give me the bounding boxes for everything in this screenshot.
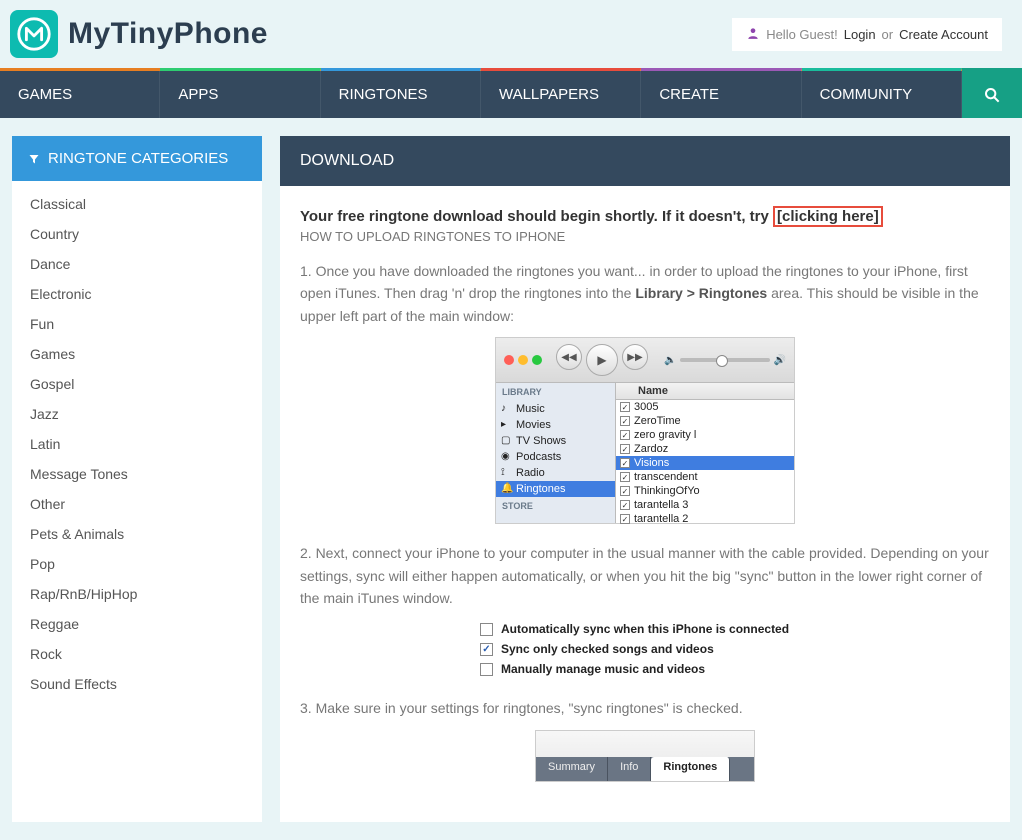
itunes-row: ✓zero gravity l [616,428,794,442]
logo-icon [10,10,58,58]
category-item[interactable]: Rock [12,639,262,669]
itunes-row: ✓Visions [616,456,794,470]
itunes-row: ✓ThinkingOfYo [616,484,794,498]
category-item[interactable]: Electronic [12,279,262,309]
tab-info: Info [608,757,651,781]
itunes-row: ✓ZeroTime [616,414,794,428]
logo[interactable]: MyTinyPhone [10,10,268,58]
site-title: MyTinyPhone [68,17,268,51]
iphone-tabs-screenshot: Summary Info Ringtones [535,730,755,782]
or-text: or [882,27,894,42]
filter-icon [28,153,40,165]
prev-icon: ◀◀ [556,344,582,370]
nav-ringtones[interactable]: RINGTONES [321,68,481,118]
category-item[interactable]: Sound Effects [12,669,262,699]
volume-slider: 🔈🔊 [664,355,786,366]
step-2: 2. Next, connect your iPhone to your com… [300,542,990,609]
nav-wallpapers[interactable]: WALLPAPERS [481,68,641,118]
category-item[interactable]: Rap/RnB/HipHop [12,579,262,609]
category-item[interactable]: Country [12,219,262,249]
sync-options-screenshot: Automatically sync when this iPhone is c… [480,619,810,679]
play-icon: ▶ [586,344,618,376]
tab-ringtones: Ringtones [651,757,730,781]
user-icon [746,26,760,43]
step-1: 1. Once you have downloaded the ringtone… [300,260,990,327]
checkbox-icon [480,623,493,636]
itunes-side-item: ▢TV Shows [496,433,615,449]
itunes-side-item: ◉Podcasts [496,449,615,465]
category-list: ClassicalCountryDanceElectronicFunGamesG… [12,181,262,707]
download-alert: Your free ringtone download should begin… [300,208,990,225]
itunes-row: ✓transcendent [616,470,794,484]
category-item[interactable]: Pop [12,549,262,579]
nav-apps[interactable]: APPS [160,68,320,118]
itunes-side-item: ♪Music [496,401,615,417]
category-item[interactable]: Games [12,339,262,369]
category-item[interactable]: Reggae [12,609,262,639]
howto-subhead: HOW TO UPLOAD RINGTONES TO IPHONE [300,229,990,244]
nav-search-button[interactable] [962,68,1022,118]
category-item[interactable]: Dance [12,249,262,279]
step-3: 3. Make sure in your settings for ringto… [300,697,990,719]
vol-high-icon: 🔊 [774,355,786,366]
window-traffic-lights [504,355,542,365]
content-header: DOWNLOAD [280,136,1010,186]
category-item[interactable]: Other [12,489,262,519]
itunes-row: ✓tarantella 3 [616,498,794,512]
sidebar: RINGTONE CATEGORIES ClassicalCountryDanc… [12,136,262,822]
name-column: Name [616,383,794,400]
playback-controls: ◀◀ ▶ ▶▶ [556,344,648,376]
alert-text: Your free ringtone download should begin… [300,208,773,225]
itunes-row: ✓3005 [616,400,794,414]
vol-low-icon: 🔈 [664,355,676,366]
category-item[interactable]: Pets & Animals [12,519,262,549]
sidebar-title: RINGTONE CATEGORIES [48,150,228,167]
login-link[interactable]: Login [844,27,876,42]
clicking-here-link[interactable]: [clicking here] [773,206,883,227]
category-item[interactable]: Message Tones [12,459,262,489]
main-nav: GAMES APPS RINGTONES WALLPAPERS CREATE C… [0,68,1022,118]
checkbox-checked-icon: ✓ [480,643,493,656]
library-heading: LIBRARY [496,383,615,401]
category-item[interactable]: Latin [12,429,262,459]
nav-community[interactable]: COMMUNITY [802,68,962,118]
sidebar-header: RINGTONE CATEGORIES [12,136,262,181]
checkbox-icon [480,663,493,676]
itunes-row: ✓tarantella 2 [616,512,794,526]
greeting-text: Hello Guest! [766,27,838,42]
create-account-link[interactable]: Create Account [899,27,988,42]
user-bar: Hello Guest! Login or Create Account [732,18,1002,51]
category-item[interactable]: Classical [12,189,262,219]
nav-games[interactable]: GAMES [0,71,160,118]
search-icon [984,87,1000,103]
store-heading: STORE [496,497,615,515]
itunes-side-item: ▸Movies [496,417,615,433]
next-icon: ▶▶ [622,344,648,370]
itunes-side-item: ⟟Radio [496,465,615,481]
itunes-side-item: 🔔Ringtones [496,481,615,497]
category-item[interactable]: Jazz [12,399,262,429]
category-item[interactable]: Gospel [12,369,262,399]
itunes-row: ✓Zardoz [616,442,794,456]
itunes-screenshot: ◀◀ ▶ ▶▶ 🔈🔊 LIBRARY ♪Music▸Movies▢TV Show… [495,337,795,524]
category-item[interactable]: Fun [12,309,262,339]
nav-create[interactable]: CREATE [641,68,801,118]
tab-summary: Summary [536,757,608,781]
content: DOWNLOAD Your free ringtone download sho… [280,136,1010,822]
